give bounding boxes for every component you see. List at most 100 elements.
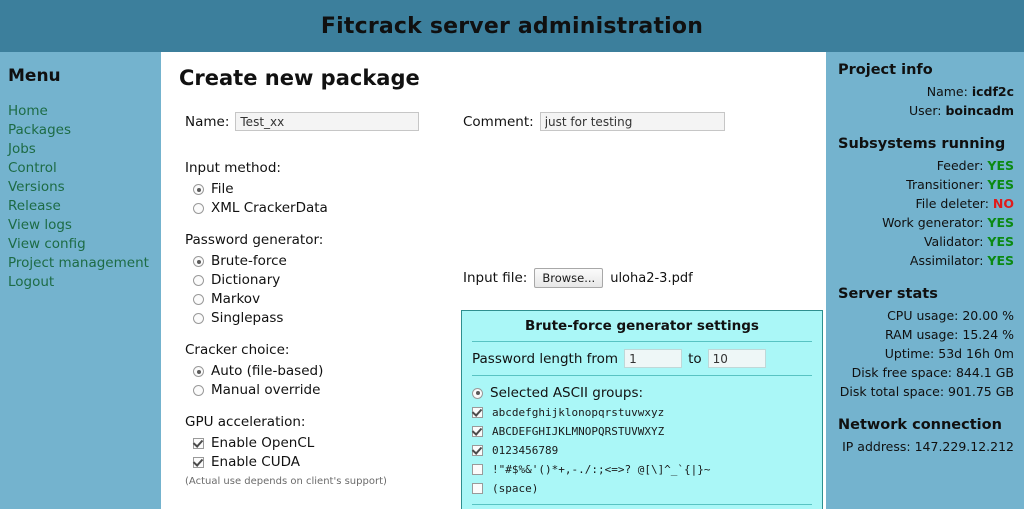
password-generator-option-label: Brute-force [211,253,287,269]
input-method-options: File XML CrackerData [185,180,435,218]
network-row: IP address: 147.229.12.212 [842,439,1014,454]
name-input[interactable] [235,112,420,131]
charset-option[interactable]: abcdefghijklonopqrstuvwxyz [472,403,822,422]
page-title: Create new package [179,66,420,90]
checkbox-icon [472,445,483,456]
input-method-label: Input method: [185,160,281,176]
subsystem-label: Work generator: [882,215,984,230]
charset-option[interactable]: 0123456789 [472,441,822,460]
sidebar-item-home[interactable]: Home [8,102,161,121]
checkbox-icon [472,407,483,418]
server-stats-heading: Server stats [838,286,938,302]
input-file-name: uloha2-3.pdf [610,270,693,286]
sidebar-item-versions[interactable]: Versions [8,178,161,197]
subsystem-row: Work generator: YES [834,213,1014,232]
radio-icon [193,313,204,324]
custom-ascii-row[interactable]: Custom ASCII: [462,505,822,509]
sidebar-item-logout[interactable]: Logout [8,273,161,292]
selected-ascii-groups-radio[interactable]: Selected ASCII groups: [472,383,822,403]
ascii-groups-section: Selected ASCII groups: abcdefghijklonopq… [462,376,822,504]
password-generator-option[interactable]: Markov [193,290,435,309]
cracker-choice-group: Cracker choice: Auto (file-based) Manual … [185,342,435,400]
sidebar-item-view-config[interactable]: View config [8,235,161,254]
password-generator-option-label: Singlepass [211,310,284,326]
cracker-choice-label: Cracker choice: [185,342,290,358]
status-badge: YES [987,177,1014,192]
password-length-from-label: Password length from [472,350,619,367]
password-length-from-input[interactable] [624,349,683,368]
charset-option[interactable]: (space) [472,479,822,498]
subsystem-label: Feeder: [936,158,984,173]
charset-option-label: (space) [492,482,539,495]
password-generator-option[interactable]: Singlepass [193,309,435,328]
cracker-choice-option[interactable]: Auto (file-based) [193,362,435,381]
sidebar-item-view-logs[interactable]: View logs [8,216,161,235]
password-length-to-input[interactable] [707,349,766,368]
gpu-acceleration-options: Enable OpenCL Enable CUDA [185,434,435,472]
form-left-column: Input method: File XML CrackerData Passwo… [185,160,435,501]
sidebar-item-jobs[interactable]: Jobs [8,140,161,159]
input-method-option-label: XML CrackerData [211,200,328,216]
subsystems-list: Feeder: YES Transitioner: YES File deleter… [834,156,1014,270]
input-method-option[interactable]: File [193,180,435,199]
input-method-option[interactable]: XML CrackerData [193,199,435,218]
sidebar-item-control[interactable]: Control [8,159,161,178]
password-generator-option-label: Dictionary [211,272,281,288]
subsystem-row: Validator: YES [834,232,1014,251]
cracker-choice-option-label: Auto (file-based) [211,363,324,379]
radio-icon [193,366,204,377]
input-method-group: Input method: File XML CrackerData [185,160,435,218]
project-info-label: User: [908,103,942,118]
charset-option[interactable]: ABCDEFGHIJKLMNOPQRSTUVWXYZ [472,422,822,441]
sidebar-item-project-management[interactable]: Project management [8,254,161,273]
right-sidebar: Project info Name: icdf2c User: boincadm … [826,52,1024,509]
password-generator-option[interactable]: Brute-force [193,252,435,271]
subsystem-row: Assimilator: YES [834,251,1014,270]
checkbox-icon [193,438,204,449]
name-label: Name: [185,113,230,130]
brute-force-title: Brute-force generator settings [525,318,759,334]
radio-icon [472,387,483,399]
subsystem-label: Assimilator: [909,253,984,268]
input-file-browse-button[interactable]: Browse... [534,268,604,288]
comment-label: Comment: [463,113,534,130]
password-generator-option[interactable]: Dictionary [193,271,435,290]
radio-icon [193,203,204,214]
page-root: Fitcrack server administration Menu Home… [0,0,1024,509]
charset-option-label: ABCDEFGHIJKLMNOPQRSTUVWXYZ [492,425,665,438]
checkbox-icon [193,457,204,468]
subsystem-row: Transitioner: YES [834,175,1014,194]
name-field-group: Name: [185,112,420,131]
gpu-acceleration-option[interactable]: Enable OpenCL [193,434,435,453]
sidebar-item-packages[interactable]: Packages [8,121,161,140]
password-generator-group: Password generator: Brute-force Dictionar… [185,232,435,328]
gpu-acceleration-option[interactable]: Enable CUDA [193,453,435,472]
cracker-choice-option[interactable]: Manual override [193,381,435,400]
radio-icon [193,275,204,286]
comment-field-group: Comment: [463,112,725,131]
gpu-acceleration-option-label: Enable OpenCL [211,435,315,451]
sidebar-item-release[interactable]: Release [8,197,161,216]
gpu-acceleration-label: GPU acceleration: [185,414,306,430]
form-right-column: Input file: Browse... uloha2-3.pdf Brute… [459,160,826,509]
brute-force-panel: Brute-force generator settings Password … [461,310,823,509]
gpu-support-note: (Actual use depends on client's support) [185,476,387,487]
network-heading: Network connection [838,417,1002,433]
project-info-value: icdf2c [971,84,1014,99]
subsystem-label: Validator: [923,234,984,249]
name-comment-row: Name: Comment: [177,112,826,138]
radio-icon [193,184,204,195]
input-file-label: Input file: [463,270,528,286]
project-info-label: Name: [926,84,968,99]
server-stat-row: Uptime: 53d 16h 0m [884,346,1014,361]
status-badge: YES [987,158,1014,173]
comment-input[interactable] [539,112,725,131]
input-method-option-label: File [211,181,234,197]
project-info-value: boincadm [945,103,1014,118]
main-content: Create new package Name: Comment: Input … [161,52,826,509]
left-sidebar: Menu Home Packages Jobs Control Versions Rele… [0,52,161,509]
menu-list: Home Packages Jobs Control Versions Release Vi… [8,102,161,292]
charset-option[interactable]: !"#$%&'()*+,-./:;<=>? @[\]^_`{|}~ [472,460,822,479]
selected-ascii-groups-label: Selected ASCII groups: [490,385,644,401]
